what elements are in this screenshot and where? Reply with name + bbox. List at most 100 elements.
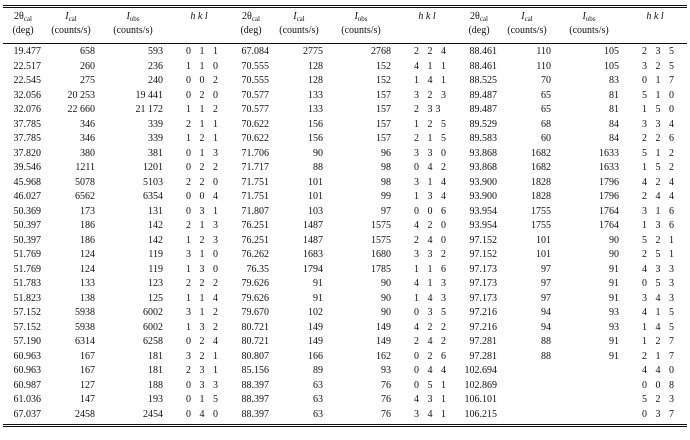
i-obs-cell: 105 [604,46,619,57]
hkl-cell: 3 1 0 [186,249,221,260]
table-row: 57.190 6314 6258 0 2 4 80.721 149 149 2 4 2 97.2… [3,335,687,350]
i-obs-cell: 157 [376,118,391,130]
two-theta-cell: 70.622 [241,133,270,144]
i-cal-cell: 101 [536,234,551,246]
two-theta-cell: 97.152 [469,249,498,260]
two-theta-cell: 106.215 [464,408,498,420]
two-theta-cell: 37.785 [13,133,42,144]
i-cal-cell: 91 [313,292,323,304]
two-theta-cell: 76.262 [241,249,270,260]
i-cal-cell: 127 [80,379,95,391]
two-theta-cell: 51.823 [13,292,42,304]
i-cal-cell: 128 [308,75,323,86]
i-obs-cell: 240 [148,75,163,86]
hkl-cell: 1 5 2 [642,162,677,173]
i-obs-cell: 339 [148,133,163,144]
i-obs-cell: 105 [604,60,619,72]
i-cal-cell: 65 [541,104,551,115]
two-theta-cell: 50.397 [13,220,42,231]
header-subscript: obs [129,15,140,23]
two-theta-cell: 45.968 [13,176,42,188]
i-cal-header: Ical (counts/s) [41,11,101,37]
hkl-cell: 3 2 3 [414,89,449,101]
i-obs-cell: 76 [381,394,391,405]
two-theta-cell: 102.869 [464,379,498,391]
i-cal-cell: 101 [308,191,323,202]
i-obs-cell: 125 [148,292,163,304]
i-cal-cell: 101 [536,249,551,260]
hkl-cell: 0 1 3 [186,147,221,159]
two-theta-cell: 93.868 [469,147,498,159]
hkl-cell: 0 2 6 [414,350,449,362]
header-rule [3,43,687,44]
two-theta-cell: 70.577 [241,89,270,101]
hkl-cell: 2 4 4 [642,191,677,202]
i-obs-cell: 90 [609,249,619,260]
two-theta-cell: 89.529 [469,118,498,130]
i-obs-cell: 149 [376,336,391,347]
table-row: 60.987 127 188 0 3 3 88.397 63 76 0 5 1 102.869 0… [3,379,687,394]
i-cal-cell: 101 [308,176,323,188]
i-cal-cell: 63 [313,394,323,405]
table-row: 32.056 20 253 19 441 0 2 0 70.577 133 157 3 2 3… [3,89,687,104]
two-theta-cell: 97.173 [469,263,498,275]
i-obs-cell: 1575 [371,220,391,231]
i-obs-cell: 339 [148,118,163,130]
two-theta-cell: 93.954 [469,205,498,217]
header-symbol: 2θ [470,11,480,22]
two-theta-cell: 50.369 [13,205,42,217]
i-cal-cell: 110 [536,46,551,57]
hkl-cell: 3 3 4 [642,118,677,130]
header-unit: (counts/s) [341,25,381,36]
two-theta-cell: 51.769 [13,263,42,275]
hkl-cell: 2 2 4 [414,46,449,57]
i-cal-cell: 91 [313,278,323,289]
i-obs-cell: 119 [148,263,163,275]
two-theta-cell: 51.783 [13,278,42,289]
i-cal-cell: 20 253 [67,89,96,101]
hkl-cell: 2 4 0 [414,234,449,246]
i-obs-cell: 91 [609,292,619,304]
i-cal-cell: 6562 [75,191,95,202]
top-rule-2 [3,7,687,8]
i-obs-cell: 149 [376,321,391,333]
two-theta-cell: 88.461 [469,46,498,57]
table-header: 2θcal (deg) Ical (counts/s) Iobs (counts/s) h … [3,11,687,41]
i-cal-cell: 89 [313,365,323,376]
hkl-cell: 3 3 0 [414,147,449,159]
i-obs-cell: 142 [148,234,163,246]
i-cal-cell: 97 [541,263,551,275]
hkl-cell: 0 0 4 [186,191,221,202]
hkl-cell: 1 4 1 [414,75,449,86]
hkl-cell: 0 2 4 [186,336,221,347]
i-obs-cell: 1201 [143,162,163,173]
i-obs-cell: 98 [381,162,391,173]
hkl-cell: 4 3 1 [414,394,449,405]
two-theta-cell: 97.216 [469,321,498,333]
two-theta-cell: 50.397 [13,234,42,246]
two-theta-cell: 79.626 [241,278,270,289]
hkl-cell: 3 3 2 [414,249,449,260]
two-theta-cell: 80.721 [241,336,270,347]
header-subscript: cal [23,15,32,23]
i-cal-cell: 186 [80,234,95,246]
i-cal-cell: 102 [308,307,323,318]
i-obs-cell: 76 [381,408,391,420]
hkl-cell: 0 0 6 [414,205,449,217]
i-cal-header: Ical (counts/s) [269,11,329,37]
two-theta-cell: 57.152 [13,307,42,318]
hkl-cell: 3 1 2 [186,307,221,318]
table-row: 39.546 1211 1201 0 2 2 71.717 88 98 0 4 2 93.868… [3,161,687,176]
two-theta-cell: 46.027 [13,191,42,202]
i-obs-cell: 21 172 [135,104,164,115]
header-subscript: cal [296,15,305,23]
header-unit: (counts/s) [569,25,609,36]
hkl-cell: 0 3 3 [186,379,221,391]
hkl-cell: 0 2 2 [186,162,221,173]
i-cal-cell: 88 [541,336,551,347]
i-obs-cell: 93 [381,365,391,376]
hkl-cell: 2 3 5 [642,46,677,57]
i-cal-cell: 167 [80,365,95,376]
i-obs-cell: 96 [381,147,391,159]
two-theta-cell: 97.173 [469,278,498,289]
